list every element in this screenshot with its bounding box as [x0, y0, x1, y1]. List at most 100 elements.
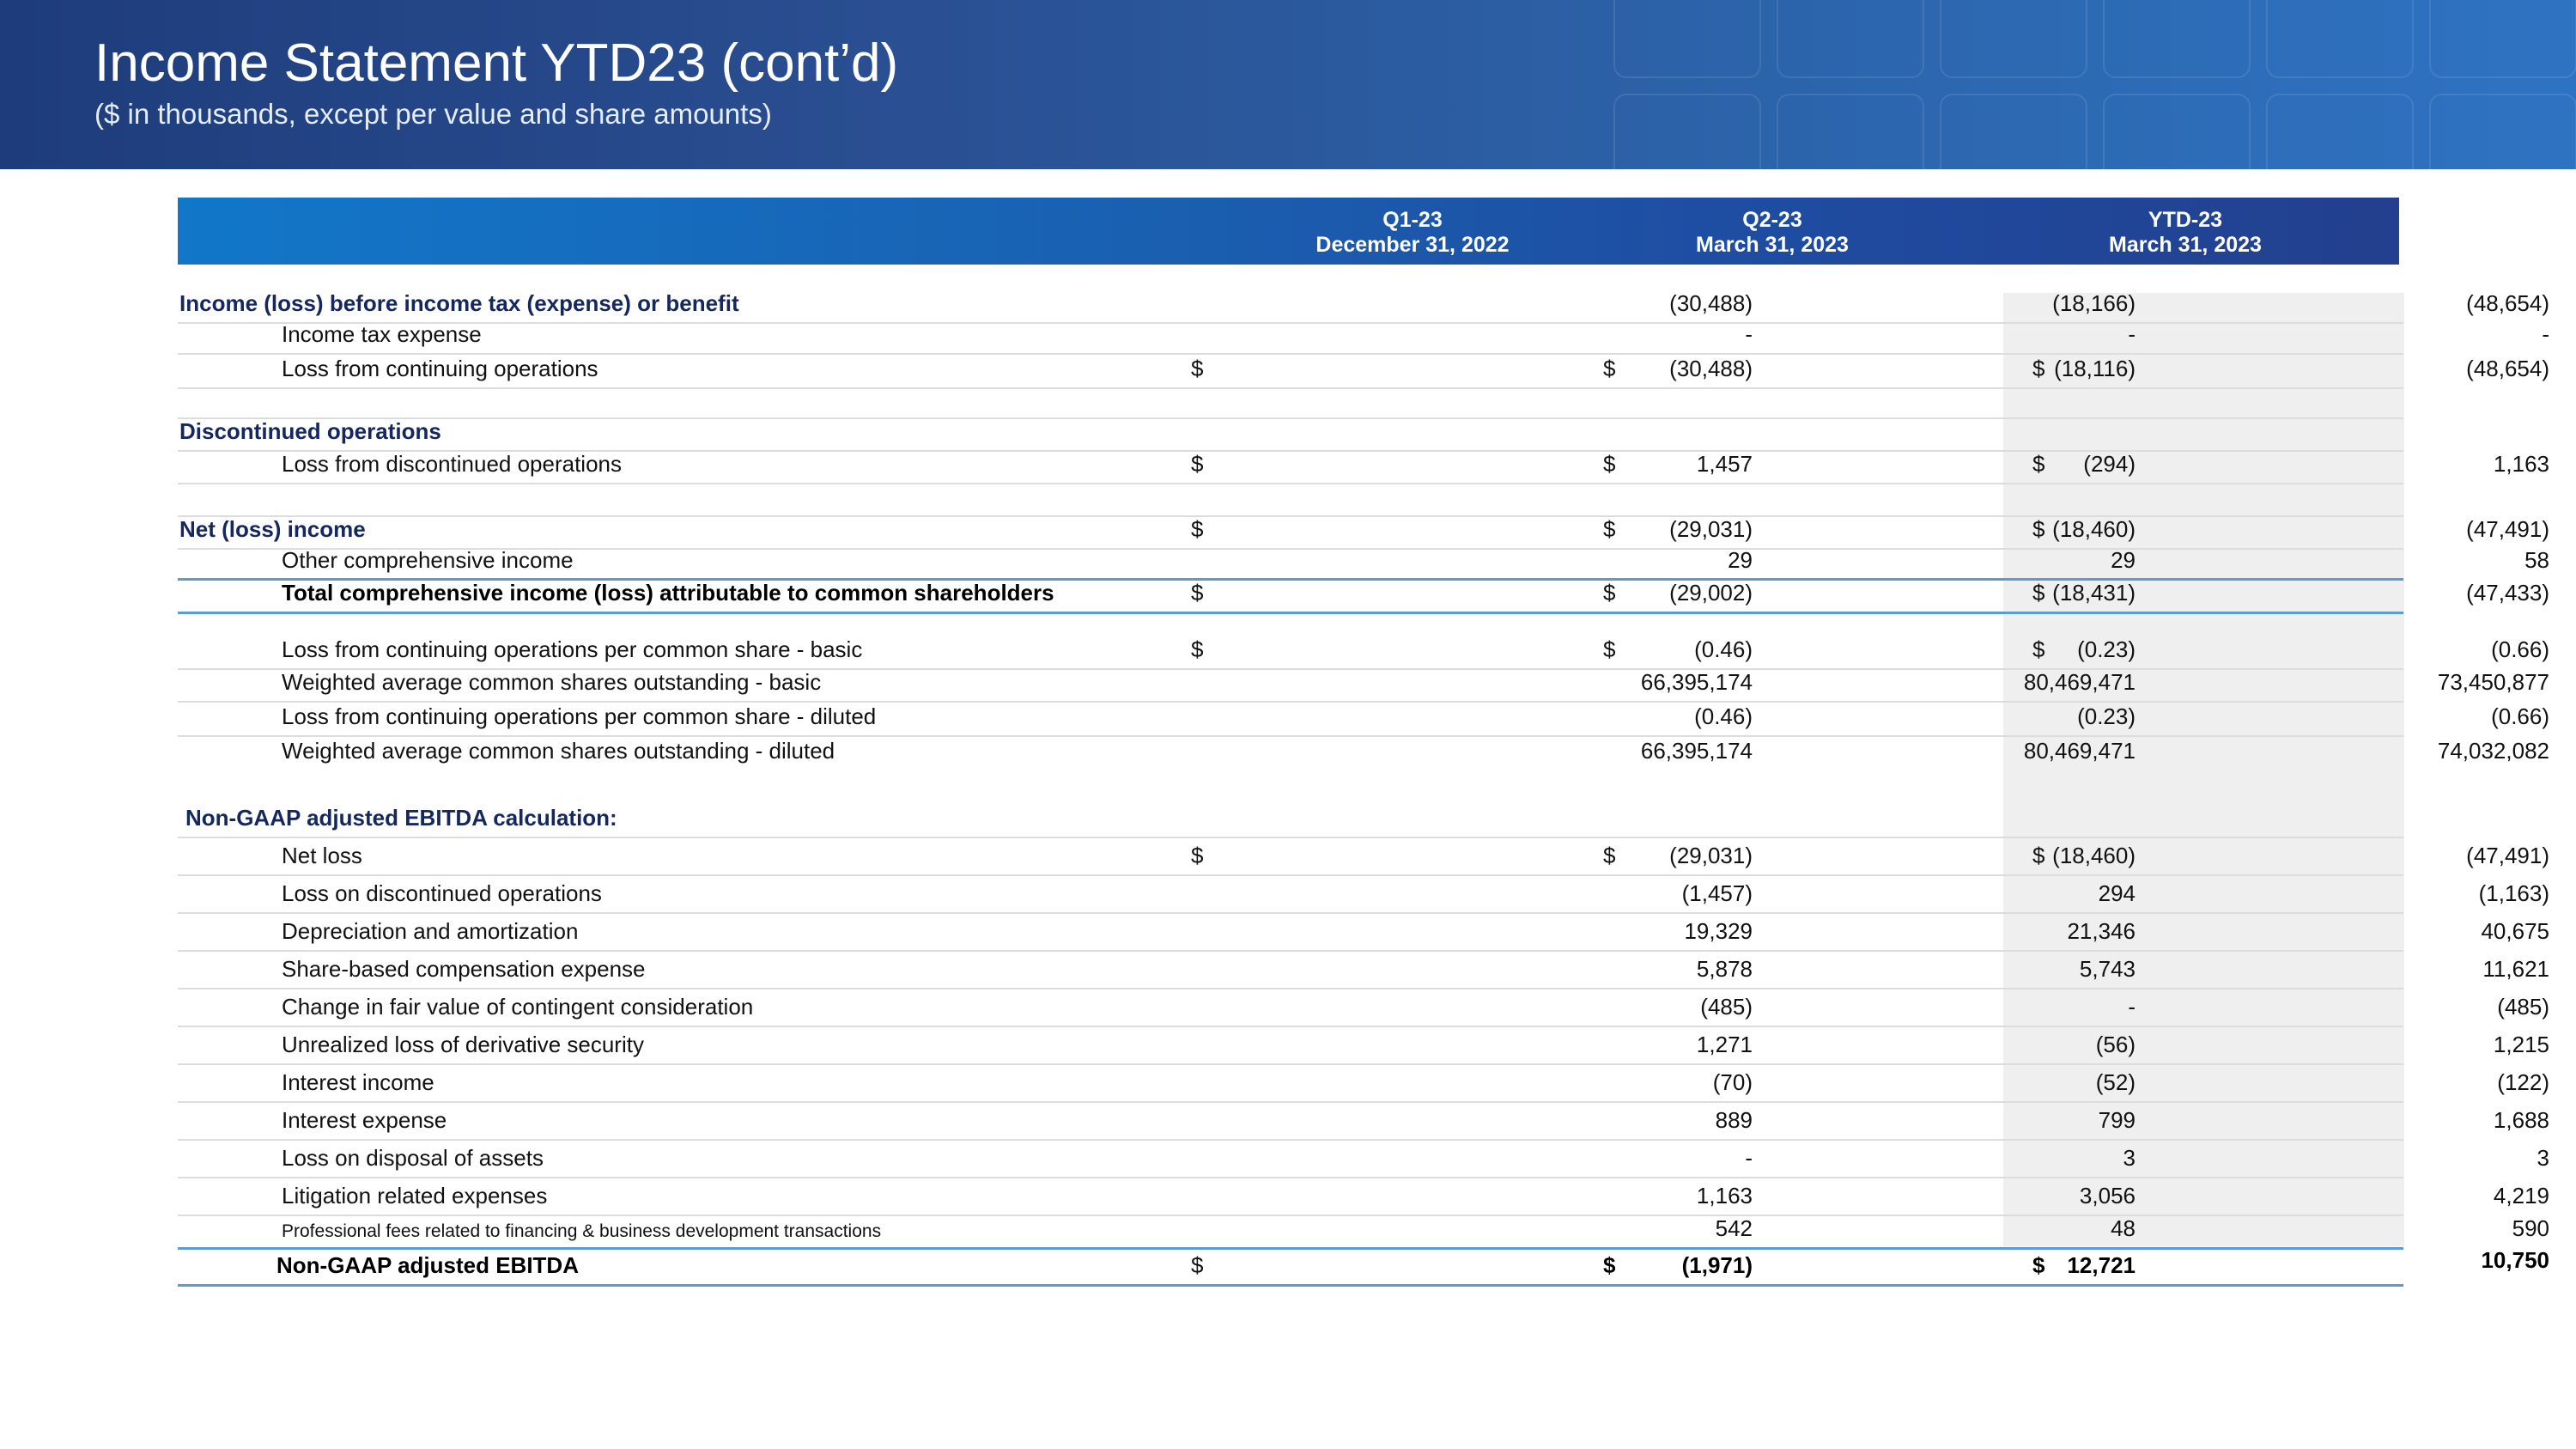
column-header-ytd: YTD-23 March 31, 2023	[2044, 208, 2327, 258]
cell-q1: (485)	[1700, 994, 1753, 1020]
cell-ytd: (47,433)	[2466, 580, 2549, 606]
header-banner: Income Statement YTD23 (cont’d) ($ in th…	[0, 0, 2576, 169]
currency-q2: $	[1603, 843, 1616, 868]
cell-q2: (0.23)	[2077, 636, 2136, 662]
cell-ytd: 1,163	[2493, 451, 2549, 477]
currency-ytd: $	[2032, 843, 2045, 868]
cell-q1: (70)	[1712, 1069, 1753, 1095]
table-row: Net loss $ (29,031) $ (18,460) $ (47,491…	[178, 838, 2549, 876]
row-label: Professional fees related to financing &…	[282, 1221, 882, 1241]
cell-q1: 1,457	[1696, 451, 1753, 477]
cell-q1: (30,488)	[1669, 290, 1753, 316]
cell-q1: 1,163	[1696, 1183, 1753, 1209]
cell-ytd: 10,750	[2481, 1247, 2549, 1273]
table-row: Interest income (70) (52) (122)	[178, 1065, 2549, 1103]
banner-grid-pattern	[1613, 0, 2576, 169]
cell-q2: 294	[2098, 880, 2136, 906]
cell-q1: (29,031)	[1669, 843, 1753, 868]
cell-q1: 66,395,174	[1640, 738, 1753, 764]
cell-q1: (0.46)	[1694, 636, 1753, 662]
cell-ytd: 58	[2524, 547, 2549, 573]
cell-q2: (18,431)	[2052, 580, 2136, 606]
cell-q2: (52)	[2095, 1069, 2136, 1095]
cell-q2: 80,469,471	[2023, 738, 2136, 764]
cell-q1: (0.46)	[1694, 703, 1753, 729]
table-row: Share-based compensation expense 5,878 5…	[178, 952, 2549, 989]
column-header-q2: Q2-23 March 31, 2023	[1631, 208, 1914, 258]
row-label: Share-based compensation expense	[282, 956, 646, 982]
cell-q2: 3	[2123, 1145, 2136, 1171]
cell-ytd: (122)	[2497, 1069, 2549, 1095]
cell-q1: (1,457)	[1681, 880, 1753, 906]
table-row: Other comprehensive income 29 29 58	[178, 547, 2549, 579]
row-label: Non-GAAP adjusted EBITDA calculation:	[185, 805, 617, 831]
row-label: Loss on discontinued operations	[282, 880, 602, 906]
spacer-row	[178, 484, 2403, 517]
column-period-q2: Q2-23	[1742, 208, 1802, 232]
row-label: Other comprehensive income	[282, 547, 574, 573]
table-row: Income (loss) before income tax (expense…	[178, 290, 2549, 324]
cell-q2: (56)	[2095, 1032, 2136, 1057]
currency-ytd: $	[2032, 636, 2045, 662]
cell-q2: 799	[2098, 1107, 2136, 1133]
cell-ytd: (47,491)	[2466, 516, 2549, 542]
currency-q2: $	[1603, 451, 1616, 477]
row-label: Loss from continuing operations per comm…	[282, 703, 877, 729]
row-label: Loss from continuing operations	[282, 356, 598, 381]
table-row: Loss from continuing operations $ (30,48…	[178, 355, 2549, 389]
currency-ytd: $	[2032, 356, 2045, 381]
currency-q1: $	[1191, 516, 1204, 542]
row-label: Income tax expense	[282, 321, 482, 347]
cell-q1: 5,878	[1696, 956, 1753, 982]
currency-q2: $	[1603, 580, 1616, 606]
table-row: Weighted average common shares outstandi…	[178, 737, 2549, 770]
table-row-total: Total comprehensive income (loss) attrib…	[178, 578, 2549, 614]
table-row-total: Non-GAAP adjusted EBITDA $ (1,971) $ 12,…	[178, 1247, 2549, 1287]
table-row: Non-GAAP adjusted EBITDA calculation:	[178, 802, 2403, 838]
row-label: Interest expense	[282, 1107, 447, 1133]
cell-q1: (1,971)	[1681, 1252, 1753, 1278]
cell-q2: (18,460)	[2052, 843, 2136, 868]
table-row: Unrealized loss of derivative security 1…	[178, 1027, 2549, 1065]
page-title: Income Statement YTD23 (cont’d)	[94, 33, 899, 93]
row-label: Loss from discontinued operations	[282, 451, 623, 477]
cell-q2: 48	[2111, 1215, 2136, 1241]
cell-ytd: (485)	[2497, 994, 2549, 1020]
table-header: Q1-23 December 31, 2022 Q2-23 March 31, …	[178, 198, 2399, 265]
cell-q2: 3,056	[2079, 1183, 2136, 1209]
cell-q2: (0.23)	[2077, 703, 2136, 729]
cell-q1: 66,395,174	[1640, 669, 1753, 695]
table-row: Litigation related expenses 1,163 3,056 …	[178, 1178, 2549, 1216]
currency-q1: $	[1191, 1252, 1204, 1278]
row-label: Weighted average common shares outstandi…	[282, 738, 835, 764]
cell-ytd: 4,219	[2493, 1183, 2549, 1209]
cell-q1: 1,271	[1696, 1032, 1753, 1057]
row-label: Weighted average common shares outstandi…	[282, 669, 822, 695]
row-label: Net (loss) income	[179, 516, 366, 542]
currency-ytd: $	[2032, 451, 2045, 477]
row-label: Interest income	[282, 1069, 434, 1095]
table-row: Depreciation and amortization 19,329 21,…	[178, 914, 2549, 952]
table-row: Loss on disposal of assets - 3 3	[178, 1141, 2549, 1178]
cell-ytd: (0.66)	[2491, 636, 2549, 662]
currency-q1: $	[1191, 843, 1204, 868]
cell-q2: (294)	[2083, 451, 2136, 477]
cell-ytd: (47,491)	[2466, 843, 2549, 868]
table-row: Net (loss) income $ (29,031) $ (18,460) …	[178, 516, 2549, 550]
table-row: Interest expense 889 799 1,688	[178, 1103, 2549, 1141]
table-row: Loss from continuing operations per comm…	[178, 636, 2549, 670]
column-period-ytd: YTD-23	[2148, 208, 2223, 232]
currency-q2: $	[1603, 636, 1616, 662]
table-row: Weighted average common shares outstandi…	[178, 669, 2549, 703]
cell-q1: (29,002)	[1669, 580, 1753, 606]
row-label: Discontinued operations	[179, 418, 441, 444]
cell-q2: 5,743	[2079, 956, 2136, 982]
currency-q2: $	[1603, 356, 1616, 381]
row-label: Change in fair value of contingent consi…	[282, 994, 754, 1020]
currency-q2: $	[1603, 1252, 1616, 1278]
column-date-q1: December 31, 2022	[1315, 233, 1510, 257]
cell-q2: (18,460)	[2052, 516, 2136, 542]
cell-q1: 29	[1728, 547, 1753, 573]
cell-q1: 889	[1715, 1107, 1753, 1133]
column-date-ytd: March 31, 2023	[2109, 233, 2262, 257]
